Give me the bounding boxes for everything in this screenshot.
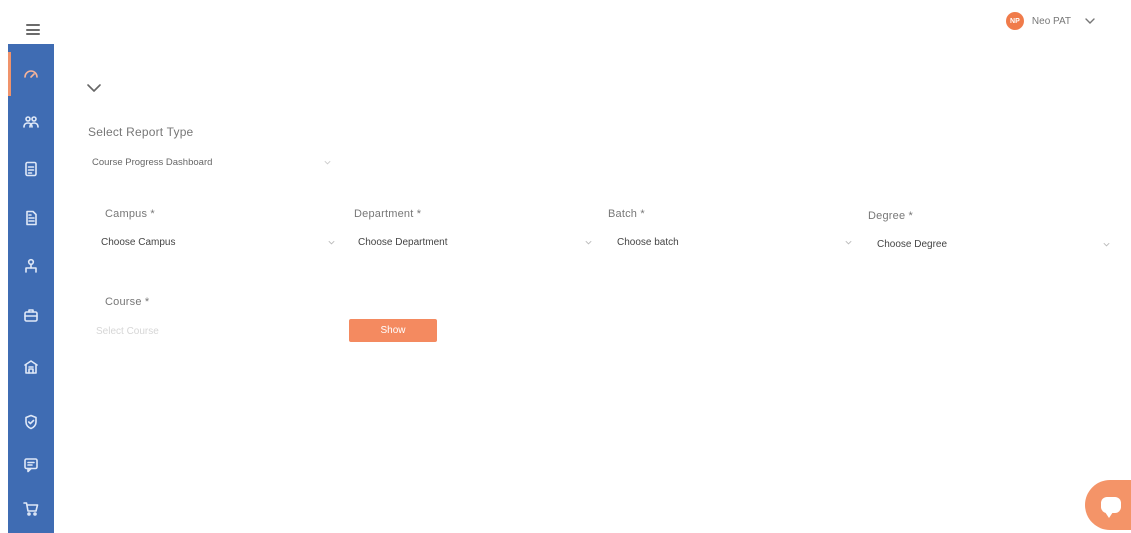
chevron-down-icon [585, 240, 592, 244]
sidebar [8, 44, 54, 533]
shield-icon [25, 414, 37, 430]
dashboard-icon [24, 70, 38, 78]
sidebar-item-store[interactable] [8, 487, 54, 531]
campus-value: Choose Campus [101, 236, 176, 248]
chevron-down-icon [1103, 242, 1110, 246]
user-menu[interactable]: NP Neo PAT [1005, 12, 1095, 30]
cart-icon [23, 502, 39, 516]
org-icon [25, 258, 37, 273]
department-label: Department * [354, 208, 422, 220]
chat-bubble-icon [1101, 497, 1121, 518]
sidebar-item-feedback[interactable] [8, 443, 54, 487]
collapse-chevron-icon[interactable] [86, 80, 102, 96]
report-type-label: Select Report Type [88, 125, 194, 139]
users-icon [23, 116, 39, 128]
chat-widget-button[interactable] [1085, 480, 1131, 530]
sidebar-item-jobs[interactable] [8, 293, 54, 337]
department-value: Choose Department [358, 236, 448, 248]
course-input[interactable] [96, 320, 296, 342]
course-label: Course * [105, 296, 150, 308]
report-type-value: Course Progress Dashboard [92, 156, 213, 168]
sidebar-item-institutions[interactable] [8, 345, 54, 389]
campus-label: Campus * [105, 208, 155, 220]
sidebar-item-organization[interactable] [8, 244, 54, 288]
avatar: NP [1005, 12, 1024, 30]
sidebar-item-users[interactable] [8, 100, 54, 144]
chevron-down-icon [845, 240, 852, 244]
degree-label: Degree * [868, 210, 914, 222]
batch-select[interactable]: Choose batch [617, 232, 853, 252]
briefcase-icon [24, 309, 38, 322]
degree-value: Choose Degree [877, 238, 948, 250]
degree-select[interactable]: Choose Degree [877, 234, 1111, 254]
chevron-down-icon [324, 160, 331, 164]
chevron-down-icon [1085, 18, 1095, 24]
sidebar-item-documents[interactable] [8, 147, 54, 191]
show-button[interactable]: Show [349, 319, 437, 342]
hamburger-menu-icon[interactable] [26, 24, 40, 35]
building-icon [24, 360, 38, 374]
batch-value: Choose batch [617, 236, 679, 248]
sidebar-item-reports[interactable] [8, 196, 54, 240]
campus-select[interactable]: Choose Campus [101, 232, 336, 252]
document-icon [25, 161, 37, 177]
user-name: Neo PAT [1031, 15, 1071, 27]
department-select[interactable]: Choose Department [358, 232, 593, 252]
report-icon [26, 210, 37, 226]
sidebar-item-security[interactable] [8, 400, 54, 444]
sidebar-item-dashboard[interactable] [8, 52, 54, 96]
chat-icon [24, 458, 38, 473]
report-type-select[interactable]: Course Progress Dashboard [92, 152, 332, 172]
chevron-down-icon [328, 240, 335, 244]
batch-label: Batch * [608, 208, 645, 220]
